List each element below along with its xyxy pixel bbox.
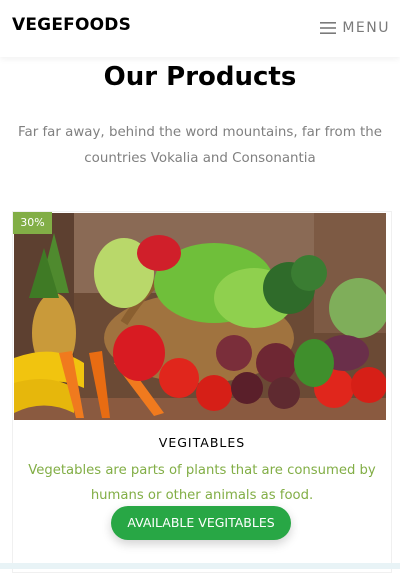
hamburger-icon (320, 21, 337, 35)
section-title: Our Products (103, 62, 297, 92)
product-image[interactable] (14, 213, 386, 420)
product-name[interactable]: VEGITABLES (13, 435, 391, 450)
navbar: VEGEFOODS MENU (0, 0, 400, 57)
menu-label: MENU (342, 20, 390, 36)
discount-badge: 30% (13, 212, 52, 234)
menu-button[interactable]: MENU (320, 18, 390, 38)
section-subtitle: Far far away, behind the word mountains,… (18, 125, 382, 166)
product-card: 30% VEGITABLES Vegetables are parts of p… (12, 211, 392, 573)
next-section-strip (0, 563, 400, 569)
brand-logo[interactable]: VEGEFOODS (12, 15, 131, 35)
product-description: Vegetables are parts of plants that are … (28, 463, 376, 503)
available-vegetables-button[interactable]: AVAILABLE VEGITABLES (111, 506, 291, 540)
